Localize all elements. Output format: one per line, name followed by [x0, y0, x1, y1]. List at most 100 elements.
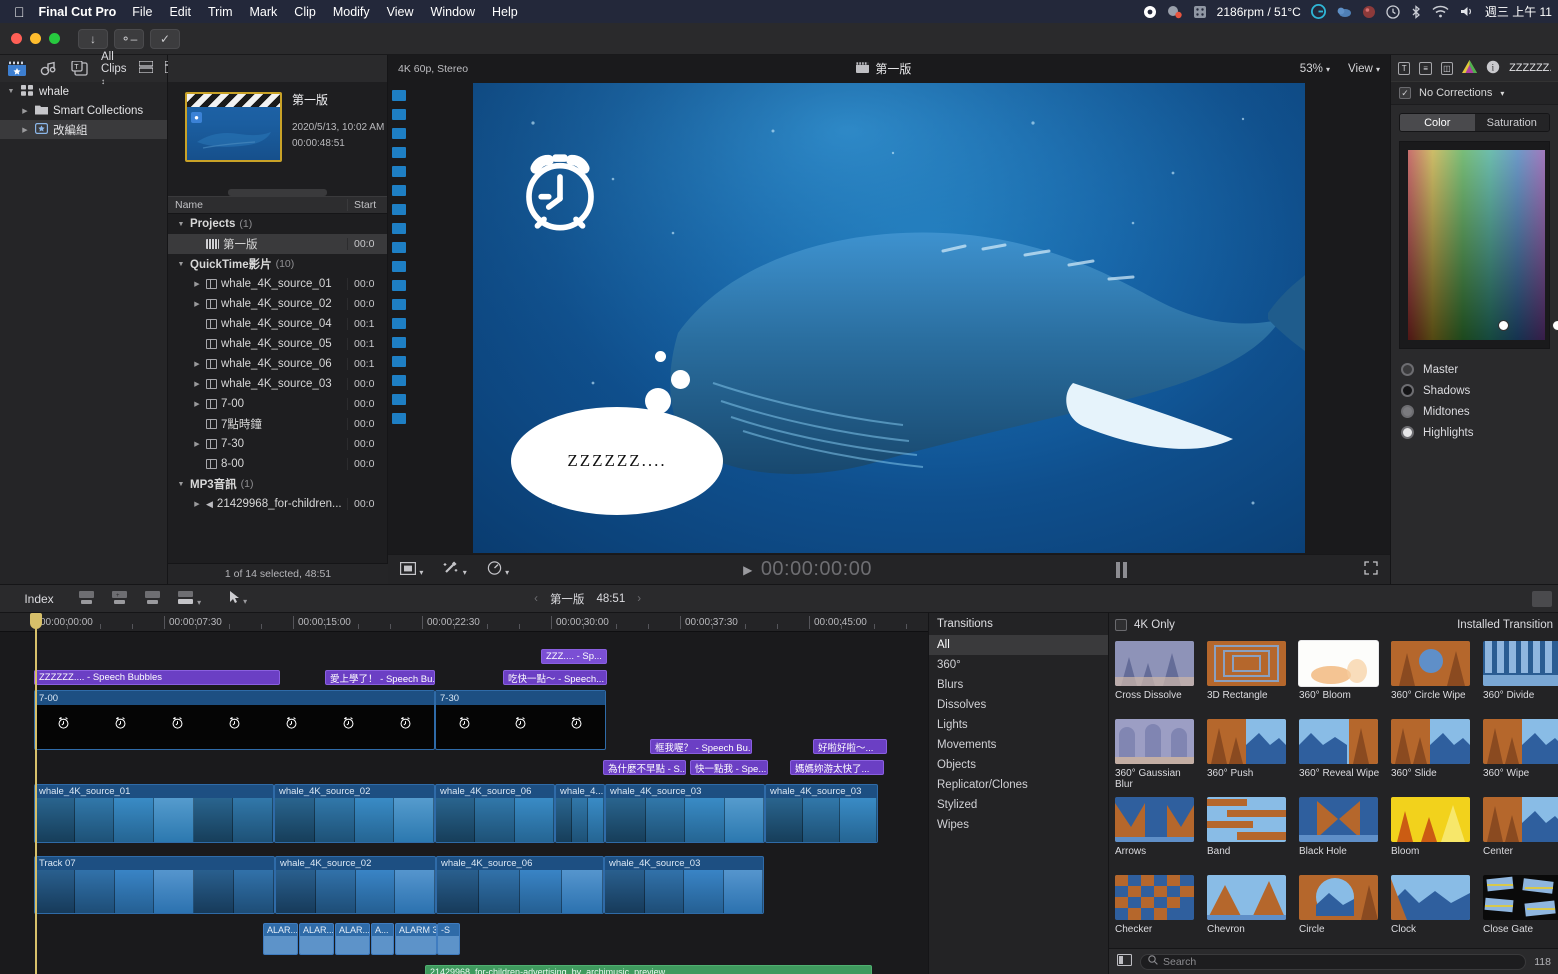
transition-item[interactable]: 360° Wipe — [1483, 719, 1558, 797]
disclosure-triangle[interactable]: ▼ — [176, 481, 186, 488]
title-clip[interactable]: 好啦好啦～... — [813, 739, 887, 754]
transition-item[interactable]: 3D Rectangle — [1207, 641, 1299, 719]
insert-icon[interactable]: + — [111, 590, 128, 608]
transition-item[interactable]: Close Gate — [1483, 875, 1558, 948]
generator-inspector-icon[interactable]: ≡ — [1419, 61, 1432, 75]
browser-row[interactable]: ▶ whale_4K_source_03 00:0 — [168, 374, 387, 394]
transition-category[interactable]: Lights — [929, 715, 1108, 735]
viewer-canvas[interactable]: ZZZZZZ.... — [473, 83, 1305, 553]
browser-row[interactable]: ▶ whale_4K_source_01 00:0 — [168, 274, 387, 294]
transition-thumbnail[interactable] — [1207, 641, 1286, 686]
title-clip[interactable]: ZZZ.... - Sp... — [541, 649, 607, 664]
title-clip[interactable]: 媽媽妳游太快了... — [790, 760, 884, 775]
retime-icon[interactable]: ▾ — [487, 561, 509, 578]
play-icon[interactable]: ▶ — [743, 563, 753, 577]
time-machine-icon[interactable] — [1386, 4, 1400, 19]
color-puck-master[interactable] — [1498, 320, 1509, 331]
browser-row[interactable]: ▼ QuickTime影片 (10) — [168, 254, 387, 274]
bluetooth-icon[interactable] — [1410, 4, 1422, 19]
transition-category[interactable]: All — [929, 635, 1108, 655]
correction-enable-checkbox[interactable]: ✓ — [1399, 87, 1411, 99]
transition-category[interactable]: Movements — [929, 735, 1108, 755]
disclosure-triangle[interactable]: ▶ — [192, 360, 202, 368]
grid-view-icon[interactable] — [1116, 953, 1133, 969]
transition-category[interactable]: Stylized — [929, 795, 1108, 815]
transition-category[interactable]: 360° — [929, 655, 1108, 675]
disclosure-triangle[interactable]: ▶ — [192, 380, 202, 388]
apple-icon[interactable]:  — [14, 5, 25, 19]
video-clip[interactable]: whale_4K_source_03 — [604, 856, 764, 914]
onedrive-icon[interactable] — [1336, 5, 1352, 18]
transition-thumbnail[interactable] — [1299, 797, 1378, 842]
browser-row[interactable]: ▶ 7-30 00:0 — [168, 434, 387, 454]
menubar-clock[interactable]: 週三 上午 11 — [1485, 3, 1552, 20]
browser-row[interactable]: ▶ ◀ 21429968_for-children... 00:0 — [168, 494, 387, 514]
column-header-start[interactable]: Start — [347, 199, 387, 211]
transition-item[interactable]: 360° Reveal Wipe — [1299, 719, 1391, 797]
pause-icon[interactable] — [1115, 561, 1130, 578]
transition-thumbnail[interactable] — [1115, 641, 1194, 686]
range-highlights[interactable]: Highlights — [1391, 422, 1558, 443]
text-inspector-icon[interactable]: T — [1398, 61, 1411, 75]
video-clip[interactable]: whale_4K_source_02 — [274, 784, 435, 843]
tab-saturation[interactable]: Saturation — [1474, 114, 1549, 131]
transition-item[interactable]: 360° Bloom — [1298, 640, 1391, 719]
disclosure-triangle[interactable]: ▶ — [192, 500, 202, 508]
overwrite-icon[interactable]: ▾ — [177, 590, 201, 608]
appearance-icon[interactable] — [1532, 590, 1552, 607]
audio-clip[interactable]: ALAR... — [263, 923, 298, 955]
menu-item-view[interactable]: View — [387, 5, 414, 19]
color-board[interactable] — [1399, 141, 1558, 349]
disclosure-triangle[interactable]: ▼ — [176, 261, 186, 268]
fan-icon[interactable] — [1193, 5, 1207, 19]
title-clip[interactable]: 吃快一點～ - Speech... — [503, 670, 607, 685]
menu-item-mark[interactable]: Mark — [250, 5, 278, 19]
transition-item[interactable]: Black Hole — [1299, 797, 1391, 875]
transition-item[interactable]: Clock — [1391, 875, 1483, 948]
timeline[interactable]: 00:00:00:00 00:00:07:30 00:00:15:00 00:00:2… — [0, 613, 928, 974]
viewer-title[interactable]: 第一版 — [856, 60, 911, 77]
transition-item[interactable]: 360° Slide — [1391, 719, 1483, 797]
transition-item[interactable]: Circle — [1299, 875, 1391, 948]
playhead-knob[interactable] — [30, 613, 42, 629]
transition-thumbnail[interactable] — [1299, 875, 1378, 920]
libraries-icon[interactable] — [8, 60, 26, 77]
transition-thumbnail[interactable] — [1483, 875, 1558, 920]
transition-thumbnail[interactable] — [1115, 797, 1194, 842]
title-clip[interactable]: ZZZZZZ.... - Speech Bubbles — [34, 670, 280, 685]
browser-row[interactable]: ▼ MP3音訊 (1) — [168, 474, 387, 494]
titles-generators-icon[interactable]: T — [71, 60, 88, 77]
menu-item-file[interactable]: File — [132, 5, 152, 19]
transition-thumbnail[interactable] — [1207, 719, 1286, 764]
transition-item[interactable]: 360° Push — [1207, 719, 1299, 797]
disclosure-triangle[interactable]: ▶ — [192, 440, 202, 448]
video-clip[interactable]: whale_4K_source_06 — [435, 784, 555, 843]
range-master[interactable]: Master — [1391, 359, 1558, 380]
audio-clip[interactable]: ALAR... — [335, 923, 370, 955]
transition-thumbnail[interactable] — [1299, 719, 1378, 764]
black-clip[interactable]: 7-30 — [435, 690, 606, 750]
menu-item-edit[interactable]: Edit — [169, 5, 191, 19]
transitions-search-input[interactable]: Search — [1140, 953, 1527, 970]
grammarly-icon[interactable] — [1310, 4, 1326, 19]
audio-clip[interactable]: -S — [437, 923, 460, 955]
sidebar-item-event[interactable]: ▶ 改編組 — [0, 120, 167, 139]
video-inspector-icon[interactable]: ◫ — [1440, 61, 1454, 75]
transition-category[interactable]: Wipes — [929, 815, 1108, 835]
browser-row[interactable]: whale_4K_source_05 00:1 — [168, 334, 387, 354]
select-tool-icon[interactable]: ▾ — [229, 590, 247, 607]
disclosure-triangle[interactable]: ▶ — [192, 300, 202, 308]
transition-item[interactable]: Band — [1207, 797, 1299, 875]
video-clip[interactable]: whale_4K_source_02 — [275, 856, 436, 914]
transition-category[interactable]: Blurs — [929, 675, 1108, 695]
video-clip[interactable]: whale_4K_source_03 — [605, 784, 765, 843]
chevron-right-icon[interactable]: › — [637, 593, 641, 605]
photos-audio-icon[interactable] — [39, 60, 58, 77]
sidebar-item-smart-collections[interactable]: ▶ Smart Collections — [0, 101, 167, 120]
keyword-icon[interactable]: ⚬– — [114, 28, 144, 49]
transition-item[interactable]: 360° Divide — [1483, 641, 1558, 719]
transition-category[interactable]: Objects — [929, 755, 1108, 775]
project-thumbnail[interactable]: ● — [185, 92, 282, 162]
video-clip[interactable]: whale_4K_source_06 — [436, 856, 604, 914]
verify-icon[interactable]: ✓ — [150, 28, 180, 49]
